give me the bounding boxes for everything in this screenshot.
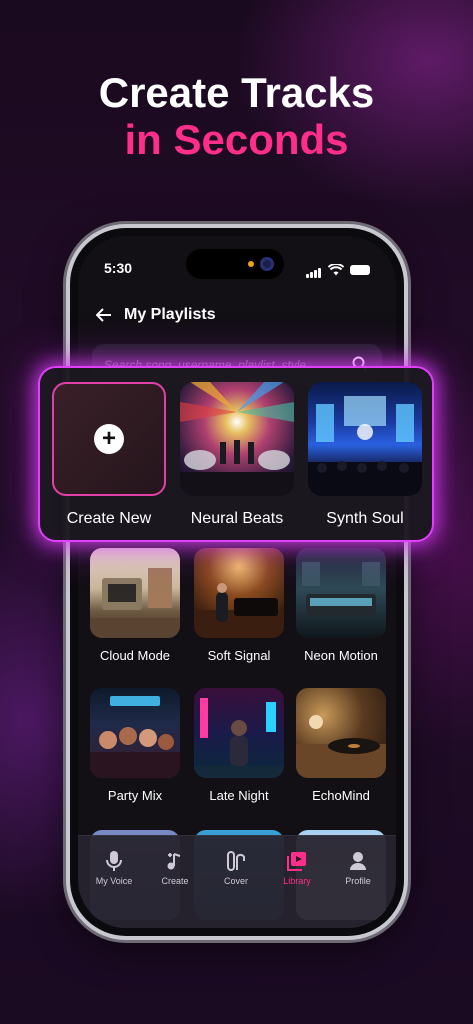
playlist-cover [194, 688, 284, 778]
tab-label: Library [283, 876, 311, 886]
status-bar: 5:30 [104, 260, 370, 280]
playlist-label: Neural Beats [190, 510, 284, 527]
tab-label: Create [161, 876, 189, 886]
playlist-label: Neon Motion [304, 648, 378, 663]
cover-icon [227, 851, 245, 871]
playlist-item[interactable]: Neon Motion [296, 548, 386, 663]
page-title: My Playlists [124, 306, 216, 323]
playlist-item[interactable]: Soft Signal [194, 548, 284, 663]
tab-label: Cover [223, 876, 248, 886]
playlist-cover [308, 382, 422, 496]
microphone-icon [106, 851, 122, 871]
phone-screen: 5:30 My Playlists Search song, username,… [78, 236, 396, 928]
playlist-cover [180, 382, 294, 496]
headline-line-2: in Seconds [124, 116, 349, 163]
playlist-cover [194, 548, 284, 638]
tab-label: My Voice [95, 876, 133, 886]
playlist-label: Soft Signal [207, 648, 271, 663]
tab-create[interactable]: Create [145, 850, 205, 886]
tab-profile[interactable]: Profile [328, 850, 388, 886]
phone-frame: 5:30 My Playlists Search song, username,… [70, 228, 404, 936]
playlist-cover [90, 688, 180, 778]
library-icon [287, 852, 306, 871]
battery-icon [350, 265, 370, 275]
headline: Create Tracks in Seconds [0, 70, 473, 164]
status-time: 5:30 [104, 260, 133, 276]
tab-cover[interactable]: Cover [206, 850, 266, 886]
profile-icon [350, 852, 366, 870]
featured-playlists-panel: + Create New Neural Beats Synth Soul [38, 366, 434, 542]
playlist-label: Party Mix [107, 788, 163, 803]
wifi-icon [328, 264, 344, 276]
playlist-item[interactable]: Party Mix [90, 688, 180, 803]
plus-icon: + [94, 424, 124, 454]
tab-my-voice[interactable]: My Voice [84, 850, 144, 886]
featured-item[interactable]: Synth Soul [308, 382, 422, 528]
playlist-cover [296, 688, 386, 778]
playlist-item[interactable]: Cloud Mode [90, 548, 180, 663]
tab-label: Profile [345, 876, 371, 886]
create-new-tile[interactable]: + [52, 382, 166, 496]
featured-item[interactable]: Neural Beats [180, 382, 294, 528]
arrow-left-icon[interactable] [96, 308, 112, 322]
top-navigation: My Playlists [96, 306, 216, 324]
signal-icon [306, 262, 322, 278]
create-new-label: Create New [66, 510, 152, 527]
tab-library[interactable]: Library [267, 850, 327, 886]
playlist-label: Cloud Mode [99, 648, 171, 663]
playlist-label: Late Night [209, 788, 269, 803]
playlist-cover [90, 548, 180, 638]
create-new-card[interactable]: + Create New [52, 382, 166, 528]
playlist-item[interactable]: Late Night [194, 688, 284, 803]
playlist-label: EchoMind [312, 788, 370, 803]
playlist-label: Synth Soul [326, 510, 404, 527]
headline-line-1: Create Tracks [98, 69, 375, 116]
playlist-item[interactable]: EchoMind [296, 688, 386, 803]
playlist-cover [296, 548, 386, 638]
bottom-tab-bar: My Voice Create Cover Library Profile [78, 835, 396, 928]
music-plus-icon [167, 853, 181, 870]
